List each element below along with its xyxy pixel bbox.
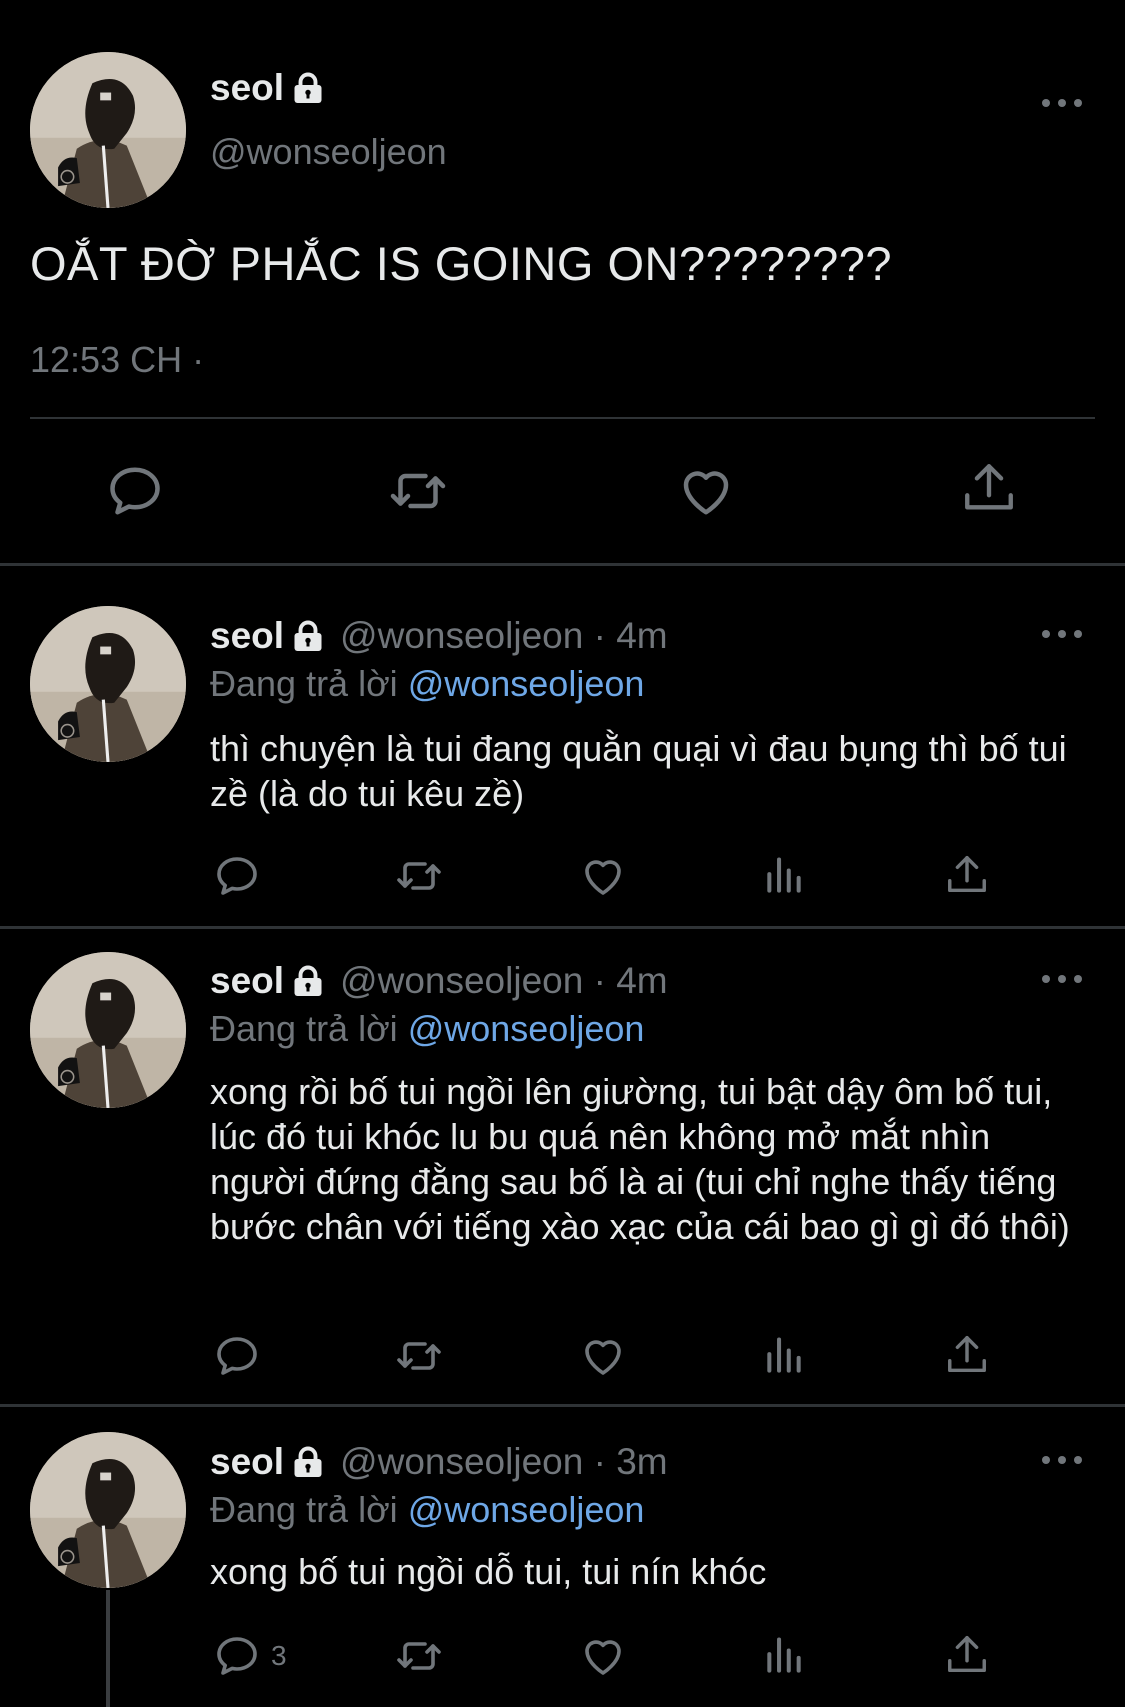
author-handle[interactable]: @wonseoljeon · 3m bbox=[340, 1440, 668, 1484]
retweet-button[interactable] bbox=[391, 1632, 447, 1680]
views-icon bbox=[762, 1634, 806, 1678]
share-button[interactable] bbox=[944, 1332, 990, 1378]
more-icon[interactable] bbox=[1042, 1450, 1082, 1470]
share-button[interactable] bbox=[944, 852, 990, 898]
mention-link[interactable]: @wonseoljeon bbox=[408, 1489, 645, 1530]
thread-line bbox=[106, 1590, 110, 1707]
views-button[interactable] bbox=[762, 1634, 806, 1678]
reply-button[interactable]: 3 bbox=[213, 1632, 287, 1680]
reply-button[interactable] bbox=[105, 461, 165, 521]
reply-header: seol @wonseoljeon · 4m bbox=[210, 959, 668, 1003]
author-name[interactable]: seol bbox=[210, 959, 284, 1003]
tweet-text: OẮT ĐỜ PHẮC IS GOING ON???????? bbox=[30, 237, 893, 290]
replying-to: Đang trả lời @wonseoljeon bbox=[210, 1489, 645, 1530]
views-button[interactable] bbox=[762, 1334, 806, 1378]
reply-icon bbox=[105, 461, 165, 521]
author-name[interactable]: seol bbox=[210, 66, 326, 110]
tweet-timestamp[interactable]: 12:53 CH · bbox=[30, 338, 204, 382]
retweet-button[interactable] bbox=[384, 461, 452, 521]
retweet-button[interactable] bbox=[391, 852, 447, 900]
avatar[interactable] bbox=[30, 952, 186, 1108]
reply-count: 3 bbox=[271, 1640, 287, 1671]
share-icon bbox=[944, 852, 990, 898]
like-icon bbox=[578, 852, 628, 900]
divider bbox=[0, 563, 1125, 566]
share-icon bbox=[960, 459, 1018, 517]
like-button[interactable] bbox=[578, 1632, 628, 1680]
reply-header: seol @wonseoljeon · 4m bbox=[210, 614, 668, 658]
reply-button[interactable] bbox=[213, 852, 261, 900]
author-handle[interactable]: @wonseoljeon bbox=[210, 130, 447, 174]
author-handle[interactable]: @wonseoljeon · 4m bbox=[340, 614, 668, 658]
divider bbox=[0, 1404, 1125, 1407]
like-button[interactable] bbox=[578, 1332, 628, 1380]
like-button[interactable] bbox=[578, 852, 628, 900]
tweet-text: xong rồi bố tui ngồi lên giường, tui bật… bbox=[210, 1071, 1070, 1247]
divider bbox=[0, 926, 1125, 929]
mention-link[interactable]: @wonseoljeon bbox=[408, 1008, 645, 1049]
views-button[interactable] bbox=[762, 854, 806, 898]
retweet-icon bbox=[391, 1332, 447, 1380]
retweet-icon bbox=[391, 1632, 447, 1680]
author-name[interactable]: seol bbox=[210, 614, 284, 658]
share-icon bbox=[944, 1332, 990, 1378]
reply-header: seol @wonseoljeon · 3m bbox=[210, 1440, 668, 1484]
retweet-button[interactable] bbox=[391, 1332, 447, 1380]
views-icon bbox=[762, 1334, 806, 1378]
author-handle[interactable]: @wonseoljeon · 4m bbox=[340, 959, 668, 1003]
share-button[interactable] bbox=[944, 1632, 990, 1678]
lock-icon bbox=[290, 70, 326, 106]
lock-icon bbox=[290, 1444, 326, 1480]
retweet-icon bbox=[391, 852, 447, 900]
reply-icon bbox=[213, 1632, 261, 1680]
mention-link[interactable]: @wonseoljeon bbox=[408, 663, 645, 704]
reply-icon bbox=[213, 852, 261, 900]
more-icon[interactable] bbox=[1042, 624, 1082, 644]
like-icon bbox=[578, 1332, 628, 1380]
tweet-text: xong bố tui ngồi dỗ tui, tui nín khóc bbox=[210, 1551, 767, 1592]
more-icon[interactable] bbox=[1042, 93, 1082, 113]
reply-icon bbox=[213, 1332, 261, 1380]
avatar[interactable] bbox=[30, 1432, 186, 1588]
like-button[interactable] bbox=[676, 461, 736, 521]
avatar[interactable] bbox=[30, 606, 186, 762]
share-icon bbox=[944, 1632, 990, 1678]
lock-icon bbox=[290, 963, 326, 999]
more-icon[interactable] bbox=[1042, 969, 1082, 989]
reply-button[interactable] bbox=[213, 1332, 261, 1380]
replying-to: Đang trả lời @wonseoljeon bbox=[210, 1008, 645, 1049]
author-name[interactable]: seol bbox=[210, 1440, 284, 1484]
share-button[interactable] bbox=[960, 459, 1018, 517]
divider bbox=[30, 417, 1095, 419]
like-icon bbox=[676, 461, 736, 521]
lock-icon bbox=[290, 618, 326, 654]
retweet-icon bbox=[384, 461, 452, 521]
replying-to: Đang trả lời @wonseoljeon bbox=[210, 663, 645, 704]
like-icon bbox=[578, 1632, 628, 1680]
avatar[interactable] bbox=[30, 52, 186, 208]
views-icon bbox=[762, 854, 806, 898]
tweet-text: thì chuyện là tui đang quằn quại vì đau … bbox=[210, 728, 1067, 814]
